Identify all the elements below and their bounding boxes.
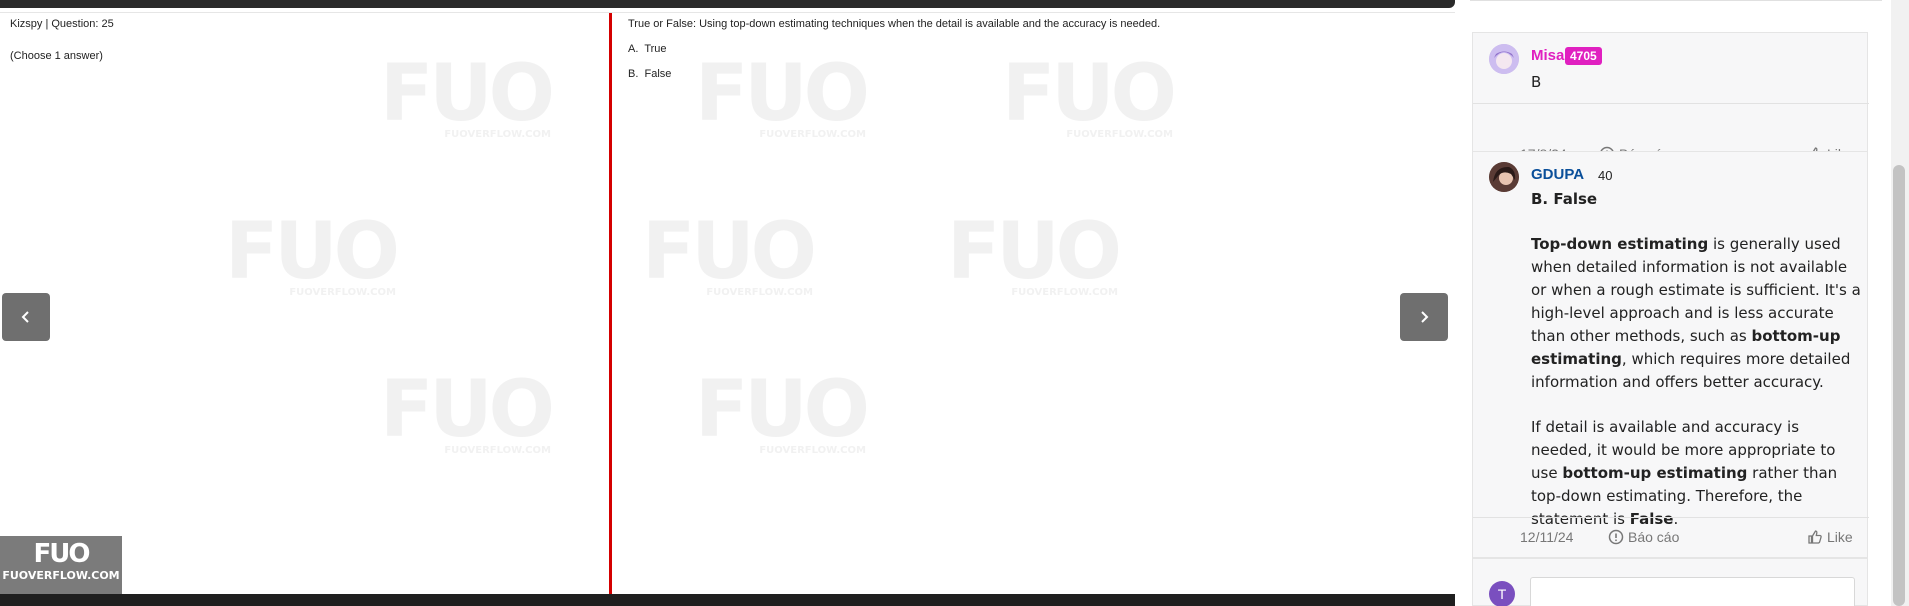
question-info-column: Kizspy | Question: 25 (Choose 1 answer) … [0, 13, 610, 594]
thumbs-up-icon [1808, 530, 1822, 544]
watermark: FUO FUOVERFLOW.COM [642, 207, 817, 298]
watermark: FUO FUOVERFLOW.COM [695, 49, 870, 140]
logo-site-name: FUOVERFLOW.COM [2, 569, 120, 582]
watermark: FUO FUOVERFLOW.COM [380, 365, 555, 456]
watermark: FUO FUOVERFLOW.COM [380, 49, 555, 140]
question-header: Kizspy | Question: 25 [10, 18, 114, 30]
user-points: 40 [1598, 168, 1613, 183]
report-label: Báo cáo [1628, 529, 1680, 545]
comments-top-line [1470, 0, 1882, 1]
avatar[interactable] [1489, 162, 1519, 192]
next-question-button[interactable] [1400, 293, 1448, 341]
avatar: T [1489, 581, 1515, 606]
comment-separator [1473, 103, 1869, 104]
comment-paragraph: If detail is available and accuracy is n… [1531, 418, 1838, 528]
comments-panel: Misa 4705 B 17/8/24 Báo cáo Like [1470, 0, 1882, 606]
scrollbar-thumb[interactable] [1893, 165, 1905, 606]
comment-username[interactable]: Misa [1531, 47, 1564, 64]
alert-circle-icon [1608, 529, 1624, 545]
chevron-left-icon [21, 311, 29, 323]
avatar-image [1489, 162, 1519, 192]
prev-question-button[interactable] [2, 293, 50, 341]
page-root: Kizspy | Question: 25 (Choose 1 answer) … [0, 0, 1909, 606]
question-viewer: Kizspy | Question: 25 (Choose 1 answer) … [0, 0, 1455, 606]
option-b: B. False [628, 68, 671, 80]
avatar[interactable] [1489, 44, 1519, 74]
comment-answer: B. False [1531, 190, 1598, 208]
report-button[interactable]: Báo cáo [1608, 526, 1679, 548]
comment-composer: T [1472, 558, 1868, 606]
question-instruction: (Choose 1 answer) [10, 50, 103, 62]
comment-body: B [1531, 73, 1542, 91]
watermark: FUO FUOVERFLOW.COM [1002, 49, 1177, 140]
question-body-column: True or False: Using top-down estimating… [612, 13, 1455, 594]
option-a-letter: A. [628, 43, 639, 55]
site-logo[interactable]: FUO FUOVERFLOW.COM [0, 536, 122, 594]
option-b-text: False [644, 68, 672, 80]
watermark: FUO FUOVERFLOW.COM [225, 207, 400, 298]
user-points-badge: 4705 [1565, 47, 1602, 65]
option-a-text: True [644, 43, 667, 55]
question-stem: True or False: Using top-down estimating… [628, 18, 1161, 30]
chevron-right-icon [1421, 311, 1429, 323]
logo-mark: FUO [33, 539, 91, 569]
viewer-bottom-bar [0, 594, 1455, 606]
comment-input[interactable] [1530, 577, 1855, 606]
comment-card: Misa 4705 B 17/8/24 Báo cáo Like [1472, 32, 1869, 162]
comment-date: 12/11/24 [1520, 529, 1574, 545]
watermark: FUO FUOVERFLOW.COM [947, 207, 1122, 298]
viewer-top-bar [0, 0, 1455, 8]
comment-username[interactable]: GDUPA [1531, 166, 1584, 183]
avatar-image [1489, 44, 1519, 74]
option-b-letter: B. [628, 68, 639, 80]
comment-paragraph: Top-down estimating is generally used wh… [1531, 235, 1861, 391]
option-a: A. True [628, 43, 667, 55]
like-label: Like [1827, 529, 1853, 545]
watermark: FUO FUOVERFLOW.COM [695, 365, 870, 456]
comment-separator [1473, 517, 1869, 518]
comment-card: GDUPA 40 B. False Top-down estimating is… [1472, 151, 1869, 558]
question-content: Kizspy | Question: 25 (Choose 1 answer) … [0, 13, 1455, 594]
like-button[interactable]: Like [1807, 526, 1853, 548]
